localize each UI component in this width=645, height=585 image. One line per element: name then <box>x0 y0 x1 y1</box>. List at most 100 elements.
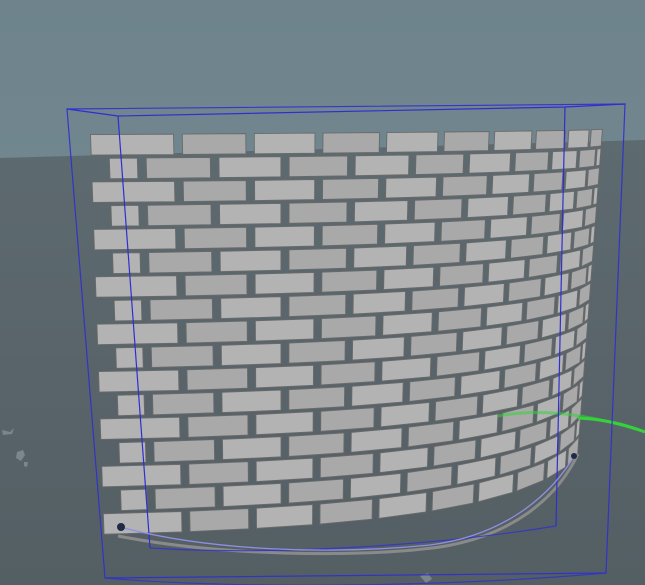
brick <box>350 427 403 453</box>
brick <box>148 251 213 274</box>
brick <box>385 176 438 199</box>
brick <box>548 190 575 213</box>
brick <box>386 131 439 153</box>
brick <box>595 148 602 167</box>
3d-viewport[interactable] <box>0 0 645 585</box>
brick <box>221 436 282 461</box>
brick <box>255 411 314 436</box>
brick <box>575 187 594 210</box>
brick <box>489 216 528 239</box>
brick <box>561 209 584 232</box>
brick <box>220 296 282 320</box>
brick <box>320 361 376 386</box>
brick <box>466 196 509 219</box>
brick <box>219 202 282 226</box>
brick <box>320 407 375 432</box>
brick <box>288 155 349 178</box>
brick <box>509 235 545 259</box>
brick <box>411 287 460 312</box>
brick <box>412 242 461 266</box>
brick <box>101 463 182 488</box>
brick <box>288 432 345 457</box>
brick <box>586 167 600 188</box>
brick <box>413 198 463 221</box>
brick <box>592 186 599 206</box>
brick <box>512 193 547 216</box>
brick <box>183 226 248 250</box>
brick <box>491 173 531 195</box>
brick <box>254 225 315 248</box>
viewport-canvas[interactable] <box>0 0 645 585</box>
brick <box>255 457 314 483</box>
brick <box>184 273 248 297</box>
brick <box>218 156 282 179</box>
brick <box>146 203 212 227</box>
brick <box>463 282 505 308</box>
brick <box>115 346 144 369</box>
brick <box>288 247 347 271</box>
brick <box>221 389 282 414</box>
brick <box>530 212 561 236</box>
brick <box>354 154 410 177</box>
brick <box>153 439 216 463</box>
brick <box>254 271 315 295</box>
brick <box>410 331 458 357</box>
brick <box>381 356 432 382</box>
brick <box>589 128 603 148</box>
brick <box>150 345 214 368</box>
brick <box>353 200 409 223</box>
brick <box>353 245 408 269</box>
brick <box>112 252 142 275</box>
brick <box>91 180 176 203</box>
brick <box>288 386 346 411</box>
brick <box>514 151 550 173</box>
brick <box>254 318 315 342</box>
brick <box>414 153 465 176</box>
brick <box>468 152 512 174</box>
handle-point-icon[interactable] <box>117 523 125 531</box>
brick <box>219 249 282 273</box>
brick <box>188 461 249 485</box>
brick <box>93 228 177 251</box>
brick <box>321 269 378 293</box>
brick <box>487 259 526 283</box>
brick <box>320 315 377 340</box>
brick <box>90 133 175 156</box>
brick <box>151 392 215 416</box>
brick <box>321 223 379 247</box>
brick <box>113 299 143 322</box>
brick <box>382 311 433 336</box>
brick <box>220 342 282 367</box>
handle-point-icon[interactable] <box>571 453 577 459</box>
brick <box>322 132 380 154</box>
brick <box>288 340 346 364</box>
brick <box>222 482 282 508</box>
brick <box>108 157 139 180</box>
brick <box>288 293 347 318</box>
brick <box>322 177 380 200</box>
brick <box>149 298 214 321</box>
brick <box>567 129 590 149</box>
brick <box>383 266 435 291</box>
brick <box>253 132 316 155</box>
brick <box>535 129 566 150</box>
brick <box>441 175 488 197</box>
brick <box>94 275 178 298</box>
brick <box>443 131 490 152</box>
brick <box>185 320 248 344</box>
brick <box>440 219 486 242</box>
brick <box>288 478 344 504</box>
brick <box>532 171 564 193</box>
brick <box>189 508 250 533</box>
brick <box>186 367 249 391</box>
brick <box>120 488 148 512</box>
brick <box>465 239 507 263</box>
brick <box>145 156 212 179</box>
brick <box>319 453 374 479</box>
brick <box>578 148 597 169</box>
brick <box>182 180 247 203</box>
brick <box>384 221 436 245</box>
brick <box>352 291 406 315</box>
brick <box>254 179 316 202</box>
brick <box>96 322 179 346</box>
